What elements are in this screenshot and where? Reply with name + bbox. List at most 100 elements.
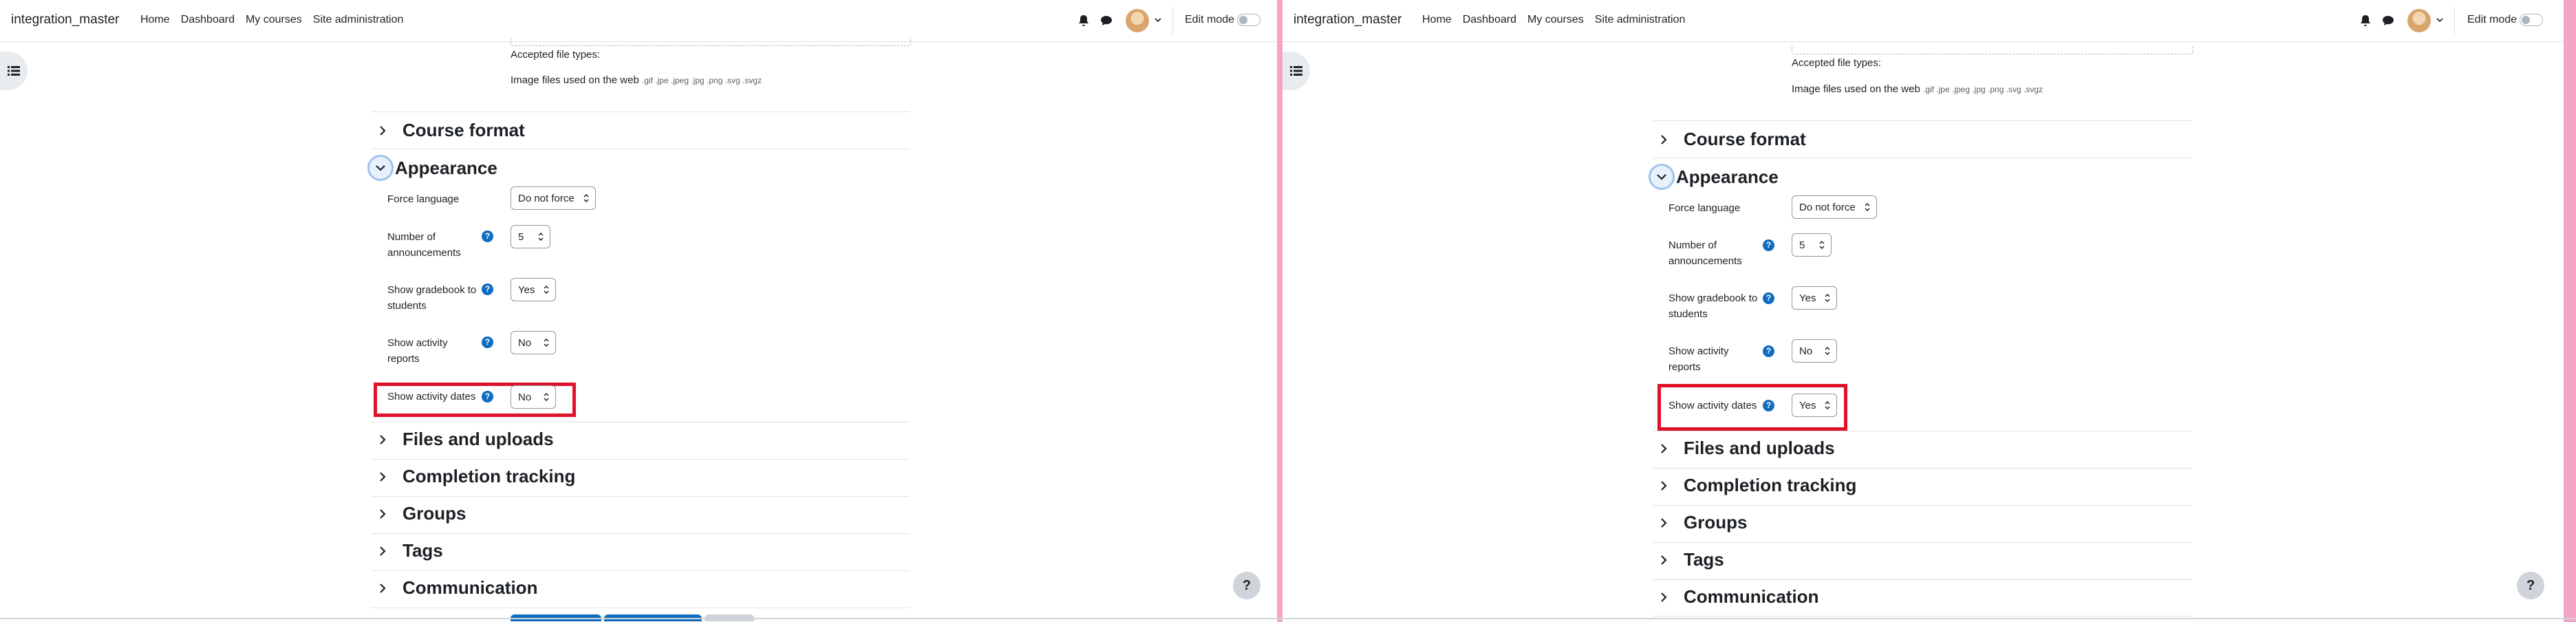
chevron-down-icon xyxy=(1649,164,1675,190)
chevron-right-icon xyxy=(375,123,390,138)
select-value: No xyxy=(518,391,532,403)
section-groups[interactable]: Groups xyxy=(1656,512,1747,533)
chevron-right-icon xyxy=(1656,132,1671,147)
section-communication[interactable]: Communication xyxy=(375,577,537,599)
help-icon[interactable]: ? xyxy=(482,391,493,403)
section-divider xyxy=(1653,579,2192,580)
help-icon[interactable]: ? xyxy=(482,230,493,242)
section-groups[interactable]: Groups xyxy=(375,503,466,524)
label-line: Show gradebook to xyxy=(387,284,477,296)
label-line: announcements xyxy=(1668,255,1742,267)
pane-separator xyxy=(1277,0,1282,622)
course-settings-form: Accepted file types: Image files used on… xyxy=(0,0,1277,622)
right-pane: integration_master Home Dashboard My cou… xyxy=(1282,0,2576,622)
section-appearance[interactable]: Appearance xyxy=(367,155,497,181)
chevron-right-icon xyxy=(375,469,390,484)
section-title: Course format xyxy=(402,120,525,140)
gradebook-select[interactable]: Yes xyxy=(511,278,556,301)
section-tags[interactable]: Tags xyxy=(375,540,443,561)
select-value: Yes xyxy=(518,283,535,296)
select-arrows-icon xyxy=(583,193,589,203)
select-arrows-icon xyxy=(1865,202,1870,212)
select-arrows-icon xyxy=(544,338,549,347)
select-arrows-icon xyxy=(1825,346,1830,356)
page-help-button[interactable]: ? xyxy=(1233,572,1260,599)
select-value: Do not force xyxy=(1799,201,1856,213)
chevron-right-icon xyxy=(1656,441,1671,456)
section-course-format[interactable]: Course format xyxy=(1656,129,1806,150)
section-files-uploads[interactable]: Files and uploads xyxy=(1656,438,1835,459)
activity-dates-select[interactable]: No xyxy=(511,385,556,409)
activity-reports-label: Show activity reports xyxy=(387,335,477,367)
section-tags[interactable]: Tags xyxy=(1656,549,1724,570)
activity-dates-label: Show activity dates xyxy=(1668,400,1757,411)
section-appearance[interactable]: Appearance xyxy=(1649,164,1779,190)
label-line: Number of xyxy=(387,231,436,243)
image-files-text: Image files used on the web xyxy=(511,74,639,86)
activity-reports-select[interactable]: No xyxy=(511,331,556,354)
section-title: Completion tracking xyxy=(1684,475,1857,495)
label-line: announcements xyxy=(387,247,461,259)
force-language-select[interactable]: Do not force xyxy=(1792,195,1877,219)
section-title: Tags xyxy=(402,540,443,561)
gradebook-label: Show gradebook to students xyxy=(387,282,477,314)
label-line: Number of xyxy=(1668,239,1717,251)
help-icon[interactable]: ? xyxy=(1763,239,1774,251)
image-files-label: Image files used on the web .gif .jpe .j… xyxy=(511,74,762,86)
force-language-select[interactable]: Do not force xyxy=(511,186,596,210)
section-divider xyxy=(372,496,910,497)
chevron-right-icon xyxy=(375,581,390,596)
chevron-right-icon xyxy=(1656,590,1671,605)
label-line: reports xyxy=(387,353,420,365)
announcements-select[interactable]: 5 xyxy=(1792,233,1832,257)
section-divider xyxy=(372,570,910,571)
force-language-label: Force language xyxy=(1668,202,1741,214)
chevron-right-icon xyxy=(375,544,390,559)
accepted-types-label: Accepted file types: xyxy=(1792,57,1882,69)
chevron-right-icon xyxy=(1656,553,1671,568)
right-edge-bar xyxy=(2564,0,2576,622)
select-value: 5 xyxy=(518,230,524,243)
chevron-right-icon xyxy=(1656,478,1671,493)
activity-dates-label: Show activity dates xyxy=(387,391,476,403)
activity-reports-select[interactable]: No xyxy=(1792,339,1837,363)
page-help-button[interactable]: ? xyxy=(2517,572,2544,599)
activity-reports-label: Show activity reports xyxy=(1668,343,1758,375)
select-arrows-icon xyxy=(538,232,544,242)
chevron-down-icon xyxy=(367,155,394,181)
section-course-format[interactable]: Course format xyxy=(375,120,525,141)
label-line: Show gradebook to xyxy=(1668,292,1758,304)
file-dropzone[interactable] xyxy=(1792,45,2193,54)
extensions-text: .gif .jpe .jpeg .jpg .png .svg .svgz xyxy=(641,76,762,85)
file-dropzone[interactable] xyxy=(511,37,911,46)
extensions-text: .gif .jpe .jpeg .jpg .png .svg .svgz xyxy=(1922,85,2043,94)
section-divider xyxy=(1653,468,2192,469)
accepted-types-label: Accepted file types: xyxy=(511,49,601,61)
activity-dates-select[interactable]: Yes xyxy=(1792,394,1837,417)
section-divider xyxy=(372,533,910,534)
section-title: Course format xyxy=(1684,129,1806,149)
gradebook-select[interactable]: Yes xyxy=(1792,286,1837,310)
label-line: reports xyxy=(1668,361,1701,373)
announcements-select[interactable]: 5 xyxy=(511,225,550,248)
select-arrows-icon xyxy=(1825,400,1830,410)
section-divider xyxy=(1653,120,2192,121)
section-completion-tracking[interactable]: Completion tracking xyxy=(375,466,575,487)
left-pane: integration_master Home Dashboard My cou… xyxy=(0,0,1277,622)
course-settings-form: Accepted file types: Image files used on… xyxy=(1282,0,2576,622)
help-icon[interactable]: ? xyxy=(1763,292,1774,304)
help-icon[interactable]: ? xyxy=(1763,345,1774,357)
force-language-label: Force language xyxy=(387,193,460,205)
select-value: Do not force xyxy=(518,192,575,204)
section-communication[interactable]: Communication xyxy=(1656,586,1818,608)
section-title: Files and uploads xyxy=(1684,438,1835,458)
section-divider xyxy=(1653,542,2192,543)
help-icon[interactable]: ? xyxy=(482,336,493,348)
image-files-text: Image files used on the web xyxy=(1792,83,1920,95)
label-line: students xyxy=(387,300,427,312)
select-arrows-icon xyxy=(544,392,549,402)
help-icon[interactable]: ? xyxy=(1763,400,1774,411)
section-files-uploads[interactable]: Files and uploads xyxy=(375,429,554,450)
help-icon[interactable]: ? xyxy=(482,283,493,295)
section-completion-tracking[interactable]: Completion tracking xyxy=(1656,475,1856,496)
